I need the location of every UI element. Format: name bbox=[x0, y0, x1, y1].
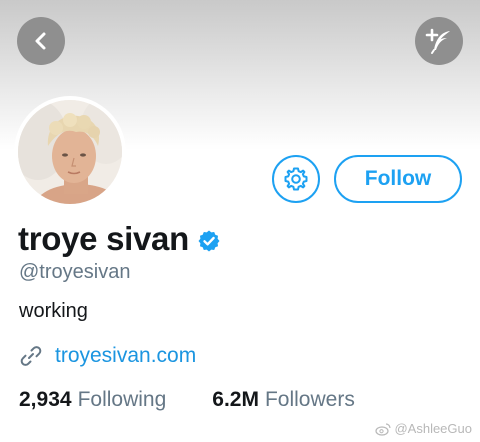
link-icon bbox=[20, 346, 42, 366]
chevron-left-icon bbox=[35, 32, 46, 50]
display-name: troye sivan bbox=[18, 220, 189, 257]
back-button[interactable] bbox=[17, 17, 65, 65]
followers-stat[interactable]: 6.2M Followers bbox=[212, 388, 355, 412]
avatar[interactable] bbox=[18, 100, 122, 204]
following-label: Following bbox=[77, 388, 167, 411]
profile-bio: working bbox=[19, 300, 88, 322]
compose-tweet-button[interactable] bbox=[415, 17, 463, 65]
follow-button[interactable]: Follow bbox=[334, 155, 462, 203]
watermark-text: @AshleeGuo bbox=[394, 421, 472, 436]
website-link[interactable]: troyesivan.com bbox=[55, 344, 196, 368]
followers-label: Followers bbox=[264, 388, 355, 411]
display-name-row: troye sivan bbox=[18, 220, 221, 258]
weibo-icon bbox=[375, 422, 392, 436]
following-count: 2,934 bbox=[19, 388, 72, 411]
avatar-frame bbox=[14, 96, 126, 208]
followers-count: 6.2M bbox=[212, 388, 259, 411]
avatar-photo bbox=[18, 100, 122, 204]
profile-settings-button[interactable] bbox=[272, 155, 320, 203]
watermark: @AshleeGuo bbox=[375, 421, 472, 436]
following-stat[interactable]: 2,934 Following bbox=[19, 388, 166, 412]
user-handle: @troyesivan bbox=[19, 261, 131, 283]
follow-stats: 2,934 Following 6.2M Followers bbox=[19, 388, 355, 412]
website-row: troyesivan.com bbox=[19, 344, 196, 368]
plus-feather-icon bbox=[425, 28, 450, 54]
gear-icon bbox=[284, 167, 308, 191]
verified-badge-icon bbox=[198, 230, 220, 252]
